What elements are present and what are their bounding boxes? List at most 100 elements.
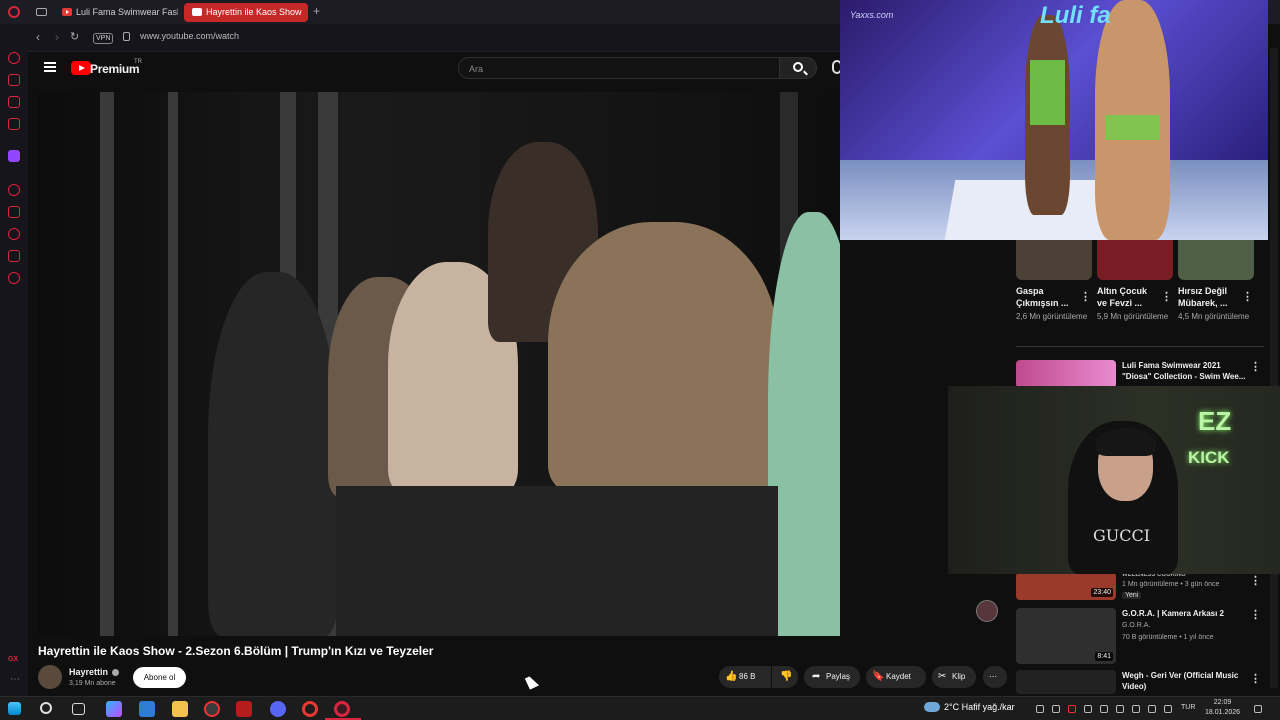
recommendation-item[interactable]: 8:41 G.O.R.A. | Kamera Arkası 2 G.O.R.A.… [1016,608,1266,666]
tab-label: Hayrettin ile Kaos Show [206,7,302,17]
tab-luli-fama[interactable]: Luli Fama Swimwear Fash [54,3,178,22]
tray-icon[interactable] [1116,705,1124,713]
search-input[interactable]: Ara [458,57,780,79]
more-actions-button[interactable]: ⋯ [983,666,1007,688]
dislike-button[interactable]: 👎 [772,666,798,688]
app-icon[interactable] [236,701,252,717]
reload-icon[interactable]: ↻ [70,30,79,43]
settings-icon[interactable] [8,272,20,284]
volume-icon[interactable] [1164,705,1172,713]
recommendation-item[interactable]: Wegh - Geri Ver (Official Music Video) [1016,670,1266,696]
copilot-icon[interactable] [106,701,122,717]
search-icon[interactable] [40,702,52,714]
back-icon[interactable]: ‹ [36,30,40,44]
short-item[interactable]: Hırsız Değil Mübarek, ... 4,5 Mn görüntü… [1178,240,1254,323]
clock[interactable]: 22:09 18.01.2026 [1205,698,1240,718]
language-indicator[interactable]: TUR [1181,704,1195,711]
tray-icon[interactable] [1052,705,1060,713]
weather-widget[interactable]: 2°C Hafif yağ./kar [944,702,1015,712]
windows-taskbar: 2°C Hafif yağ./kar TUR 22:09 18.01.2026 [0,696,1280,720]
tray-icon[interactable] [1132,705,1140,713]
host-figure [768,212,840,636]
clip-button[interactable]: ✂ Klip [932,666,976,688]
tray-icon[interactable] [1084,705,1092,713]
wifi-icon[interactable] [1148,705,1156,713]
channel-name[interactable]: Hayrettin [69,667,108,677]
messenger-icon[interactable] [8,96,20,108]
menu-icon[interactable] [44,62,56,72]
forward-icon[interactable]: › [55,30,59,44]
short-menu-icon[interactable]: ⋮ [1080,290,1091,303]
video-thumbnail [1016,360,1116,388]
short-title: Hırsız Değil Mübarek, ... [1178,286,1228,308]
like-button[interactable]: 👍 86 B [719,666,771,688]
discord-icon[interactable] [270,701,286,717]
windows-start-icon[interactable] [8,702,21,715]
short-item[interactable]: Altın Çocuk ve Fevzi ... 5,9 Mn görüntül… [1097,240,1173,323]
player-icon[interactable] [8,184,20,196]
short-title: Altın Çocuk ve Fevzi ... [1097,286,1148,308]
short-menu-icon[interactable]: ⋮ [1161,290,1172,303]
recommendation-item[interactable]: 23:40 WELLNESS COOKING 1 Mn görüntüleme … [1016,572,1266,602]
picture-in-picture-video[interactable]: Yaxxs.com Luli fa [840,0,1268,240]
clock-icon[interactable] [8,228,20,240]
video-player[interactable] [38,92,840,636]
notifications-icon[interactable] [1254,705,1262,713]
webcam-overlay: EZ KICK GUCCI [948,386,1280,574]
new-tab-button[interactable]: + [313,4,320,18]
stage-counter [336,486,778,636]
extensions-icon[interactable] [8,250,20,262]
like-count: 86 B [739,672,756,681]
cage-bar [100,92,114,636]
streamer-hair [1096,428,1156,456]
tray-icon[interactable] [1036,705,1044,713]
aria-icon[interactable] [8,74,20,86]
swimsuit [1030,60,1065,125]
url-field[interactable]: www.youtube.com/watch [140,31,239,41]
video-menu-icon[interactable]: ⋮ [1250,672,1261,685]
page-scrollbar[interactable] [1270,48,1278,688]
short-menu-icon[interactable]: ⋮ [1242,290,1253,303]
tray-icon[interactable] [1068,705,1076,713]
youtube-premium-logo[interactable]: Premium [90,62,140,76]
twitch-icon[interactable] [8,150,20,162]
youtube-logo-icon[interactable] [71,61,91,75]
app-icon[interactable] [204,701,220,717]
clip-label: Klip [952,672,966,681]
tab-hayrettin[interactable]: Hayrettin ile Kaos Show [184,3,308,22]
opera-icon[interactable] [302,701,318,717]
channel-avatar[interactable] [38,665,62,689]
cage-bar [168,92,178,636]
shirt-logo: GUCCI [1093,526,1151,545]
file-explorer-icon[interactable] [172,701,188,717]
tab-switcher-icon[interactable] [36,8,47,16]
pin-icon[interactable] [8,206,20,218]
video-channel[interactable]: G.O.R.A. [1122,622,1150,629]
video-meta: 1 Mn görüntüleme • 3 gün önce [1122,581,1220,588]
youtube-icon [192,8,202,16]
save-button[interactable]: 🔖 Kaydet [866,666,926,688]
video-menu-icon[interactable]: ⋮ [1250,608,1261,621]
task-view-icon[interactable] [72,703,85,715]
more-icon[interactable]: ⋯ [10,674,20,685]
short-views: 5,9 Mn görüntüleme [1097,312,1169,321]
short-item[interactable]: Gaspa Çıkmışsın ... 2,6 Mn görüntüleme [1016,240,1092,323]
edge-icon[interactable] [139,701,155,717]
verified-icon [112,669,119,676]
history-icon[interactable] [8,52,20,64]
tray-icon[interactable] [1100,705,1108,713]
vpn-badge[interactable]: VPN [93,33,114,44]
search-button[interactable] [779,57,817,79]
subscribe-button[interactable]: Abone ol [133,667,186,688]
bookmarks-icon[interactable] [8,118,20,130]
thumbs-down-icon: 👎 [780,671,793,682]
video-thumbnail: 23:40 [1016,572,1116,600]
video-menu-icon[interactable]: ⋮ [1250,574,1261,587]
opera-sidebar: GX ⋯ [0,24,28,696]
opera-gx-icon[interactable] [334,701,350,717]
gx-icon[interactable]: GX [8,656,18,663]
audio-track-icon[interactable] [976,600,998,622]
opera-logo-icon[interactable] [8,6,20,18]
video-menu-icon[interactable]: ⋮ [1250,360,1261,373]
share-button[interactable]: ➦ Paylaş [804,666,860,688]
